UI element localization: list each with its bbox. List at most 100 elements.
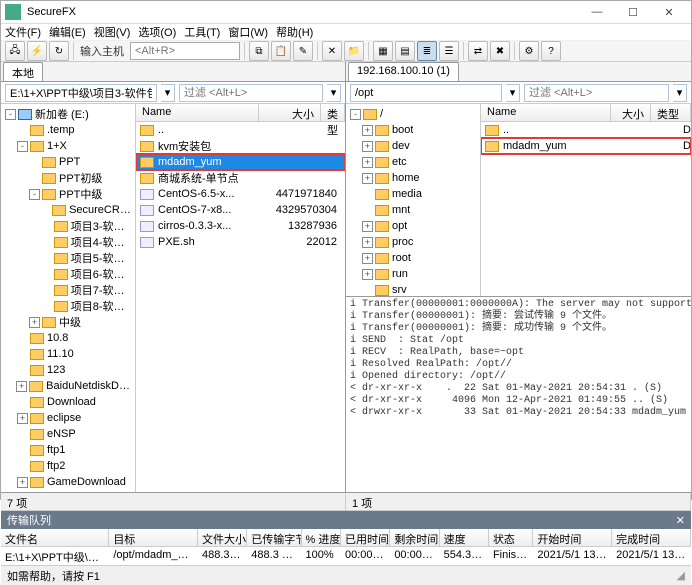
tree-item[interactable]: SecureCRSec bbox=[1, 202, 135, 218]
list-item[interactable]: cirros-0.3.3-x...13287936光盘映像文件 bbox=[136, 218, 345, 234]
local-tree[interactable]: -新加卷 (E:).temp-1+XPPTPPT初级-PPT中级SecureCR… bbox=[1, 104, 136, 492]
tb-options-icon[interactable]: ⚙ bbox=[519, 41, 539, 61]
list-item[interactable]: PXE.sh22012SH 文件 bbox=[136, 234, 345, 250]
queue-col[interactable]: 剩余时间 bbox=[390, 529, 439, 546]
tree-item[interactable]: +root bbox=[346, 250, 480, 266]
tb-view-list-icon[interactable]: ≣ bbox=[417, 41, 437, 61]
tree-item[interactable]: -新加卷 (E:) bbox=[1, 106, 135, 122]
queue-close-icon[interactable]: ✕ bbox=[676, 514, 685, 527]
queue-col[interactable]: 速度 bbox=[440, 529, 489, 546]
list-item[interactable]: .. bbox=[136, 122, 345, 138]
queue-col[interactable]: 开始时间 bbox=[533, 529, 612, 546]
tb-quickconnect-icon[interactable]: ⚡ bbox=[27, 41, 47, 61]
tree-item[interactable]: eNSP bbox=[1, 426, 135, 442]
transfer-log[interactable]: i Transfer(00000001:0000000A): The serve… bbox=[346, 296, 691, 493]
menu-options[interactable]: 选项(O) bbox=[138, 24, 176, 40]
tree-item[interactable]: +GameDownload bbox=[1, 474, 135, 490]
local-filter-input[interactable] bbox=[179, 84, 323, 102]
tree-item[interactable]: 项目5-软件包 bbox=[1, 250, 135, 266]
tb-view-details-icon[interactable]: ☰ bbox=[439, 41, 459, 61]
remote-filter-input[interactable] bbox=[524, 84, 669, 102]
tree-item[interactable]: 项目7-软件包 bbox=[1, 282, 135, 298]
list-item[interactable]: CentOS-7-x8...4329570304光盘映像文件 bbox=[136, 202, 345, 218]
queue-col[interactable]: 文件名 bbox=[1, 529, 109, 546]
expand-icon[interactable]: + bbox=[362, 237, 373, 248]
tree-item[interactable]: +proc bbox=[346, 234, 480, 250]
queue-col[interactable]: 已用时间 bbox=[341, 529, 390, 546]
tb-connect-icon[interactable]: 🖧 bbox=[5, 41, 25, 61]
tb-copy-icon[interactable]: ⧉ bbox=[249, 41, 269, 61]
tree-item[interactable]: +run bbox=[346, 266, 480, 282]
local-filter-dropdown[interactable]: ▾ bbox=[327, 84, 341, 102]
expand-icon[interactable]: + bbox=[362, 253, 373, 264]
list-item[interactable]: mdadm_yumDire bbox=[481, 138, 691, 154]
collapse-icon[interactable]: - bbox=[5, 109, 16, 120]
expand-icon[interactable]: + bbox=[29, 317, 40, 328]
col-size[interactable]: 大小 bbox=[259, 104, 321, 121]
tree-item[interactable]: -1+X bbox=[1, 138, 135, 154]
tree-item[interactable]: 项目3-软件包 bbox=[1, 218, 135, 234]
tb-view-small-icon[interactable]: ▤ bbox=[395, 41, 415, 61]
tree-item[interactable]: 项目4-软件包 bbox=[1, 234, 135, 250]
queue-col[interactable]: 完成时间 bbox=[612, 529, 691, 546]
tb-newfolder-icon[interactable]: 📁 bbox=[344, 41, 364, 61]
remote-filter-dropdown[interactable]: ▾ bbox=[673, 84, 687, 102]
tree-item[interactable]: srv bbox=[346, 282, 480, 296]
tree-item[interactable]: +etc bbox=[346, 154, 480, 170]
tb-delete-icon[interactable]: ✕ bbox=[322, 41, 342, 61]
tree-item[interactable]: +home bbox=[346, 170, 480, 186]
menu-edit[interactable]: 编辑(E) bbox=[49, 24, 86, 40]
col-size[interactable]: 大小 bbox=[611, 104, 651, 121]
maximize-button[interactable]: ☐ bbox=[615, 1, 651, 23]
expand-icon[interactable]: + bbox=[362, 157, 373, 168]
list-item[interactable]: CentOS-6.5-x...4471971840光盘映像文件 bbox=[136, 186, 345, 202]
tree-item[interactable]: 123 bbox=[1, 362, 135, 378]
tree-item[interactable]: +opt bbox=[346, 218, 480, 234]
remote-file-list[interactable]: ..Diremdadm_yumDire bbox=[481, 122, 691, 154]
menu-file[interactable]: 文件(F) bbox=[5, 24, 41, 40]
tree-item[interactable]: +boot bbox=[346, 122, 480, 138]
tb-paste-icon[interactable]: 📋 bbox=[271, 41, 291, 61]
tb-props-icon[interactable]: ✎ bbox=[293, 41, 313, 61]
tree-item[interactable]: PPT初级 bbox=[1, 170, 135, 186]
menu-window[interactable]: 窗口(W) bbox=[228, 24, 268, 40]
tb-sync-icon[interactable]: ⇄ bbox=[468, 41, 488, 61]
tree-item[interactable]: 11.10 bbox=[1, 346, 135, 362]
tree-item[interactable]: .temp bbox=[1, 122, 135, 138]
tree-item[interactable]: PPT bbox=[1, 154, 135, 170]
menu-help[interactable]: 帮助(H) bbox=[276, 24, 313, 40]
local-file-list[interactable]: ..kvm安装包文件夹mdadm_yum文件夹商城系统-单节点文件夹CentOS… bbox=[136, 122, 345, 250]
tree-item[interactable]: mnt bbox=[346, 202, 480, 218]
tree-item[interactable]: 项目8-软件包 bbox=[1, 298, 135, 314]
tb-reconnect-icon[interactable]: ↻ bbox=[49, 41, 69, 61]
queue-col[interactable]: 状态 bbox=[489, 529, 533, 546]
collapse-icon[interactable]: - bbox=[350, 109, 361, 120]
col-type[interactable]: 类型 bbox=[321, 104, 345, 121]
resize-grip-icon[interactable]: ◢ bbox=[677, 569, 685, 582]
tree-item[interactable]: +中级 bbox=[1, 314, 135, 330]
queue-col[interactable]: 目标 bbox=[109, 529, 198, 546]
queue-col[interactable]: 文件大小 bbox=[198, 529, 247, 546]
list-item[interactable]: ..Dire bbox=[481, 122, 691, 138]
list-item[interactable]: mdadm_yum文件夹 bbox=[136, 154, 345, 170]
col-name[interactable]: Name bbox=[481, 104, 611, 121]
tree-item[interactable]: -/ bbox=[346, 106, 480, 122]
tree-item[interactable]: 项目6-软件包 bbox=[1, 266, 135, 282]
collapse-icon[interactable]: - bbox=[29, 189, 40, 200]
queue-col[interactable]: 已传输字节 bbox=[247, 529, 301, 546]
minimize-button[interactable]: — bbox=[579, 1, 615, 23]
expand-icon[interactable]: + bbox=[362, 141, 373, 152]
host-input[interactable] bbox=[130, 42, 240, 60]
menu-tools[interactable]: 工具(T) bbox=[184, 24, 220, 40]
tree-item[interactable]: +BaiduNetdiskDownl bbox=[1, 378, 135, 394]
tb-view-large-icon[interactable]: ▦ bbox=[373, 41, 393, 61]
tree-item[interactable]: ftp1 bbox=[1, 442, 135, 458]
tb-stop-icon[interactable]: ✖ bbox=[490, 41, 510, 61]
tree-item[interactable]: 10.8 bbox=[1, 330, 135, 346]
list-item[interactable]: kvm安装包文件夹 bbox=[136, 138, 345, 154]
tab-local[interactable]: 本地 bbox=[3, 62, 43, 81]
expand-icon[interactable]: + bbox=[17, 413, 28, 424]
expand-icon[interactable]: + bbox=[17, 477, 28, 488]
tree-item[interactable]: +dev bbox=[346, 138, 480, 154]
close-button[interactable]: ✕ bbox=[651, 1, 687, 23]
